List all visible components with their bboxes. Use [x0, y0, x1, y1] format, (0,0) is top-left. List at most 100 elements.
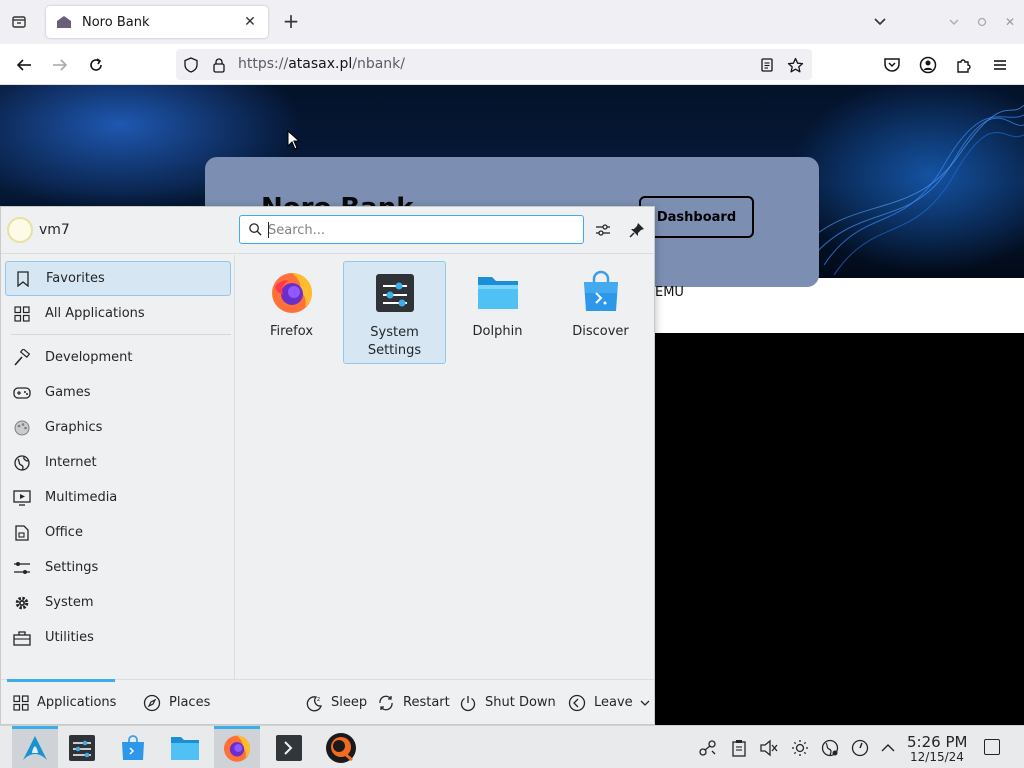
mouse-cursor-icon — [287, 130, 301, 150]
dashboard-button[interactable]: Dashboard — [639, 196, 754, 238]
tab-close-icon[interactable]: ✕ — [242, 14, 258, 30]
url-path: /nbank/ — [352, 56, 405, 72]
category-internet[interactable]: Internet — [5, 445, 231, 480]
leave-arrow-icon — [568, 694, 586, 712]
category-games[interactable]: Games — [5, 375, 231, 410]
shutdown-label: Shut Down — [485, 695, 556, 710]
show-desktop-icon[interactable] — [984, 739, 1000, 755]
clock-time[interactable]: 5:26 PM — [907, 733, 967, 751]
category-utilities[interactable]: Utilities — [5, 620, 231, 655]
close-window-icon[interactable]: ✕ — [1002, 14, 1018, 30]
brightness-sun-icon[interactable] — [790, 738, 810, 758]
emu-text: EMU — [655, 285, 684, 300]
restart-arrows-icon — [377, 694, 395, 712]
bookmark-icon — [14, 270, 32, 288]
updates-gauge-icon[interactable] — [850, 738, 870, 758]
hamburger-menu-icon[interactable] — [988, 53, 1012, 77]
category-graphics[interactable]: Graphics — [5, 410, 231, 445]
maximize-window-icon[interactable] — [974, 14, 990, 30]
category-label: All Applications — [45, 306, 145, 321]
taskbar-dolphin[interactable] — [162, 726, 208, 768]
restart-button[interactable]: Restart — [377, 680, 450, 725]
url-host: atasax.pl — [288, 56, 353, 72]
sleep-moon-icon: z — [305, 694, 323, 712]
new-tab-plus-icon[interactable]: + — [280, 9, 302, 33]
reader-view-icon[interactable] — [758, 56, 776, 74]
category-label: Development — [45, 350, 133, 365]
launcher-search-box[interactable] — [239, 215, 584, 244]
taskbar-qemu[interactable] — [318, 726, 364, 768]
configure-sliders-icon[interactable] — [591, 218, 615, 242]
url-text[interactable]: https://atasax.pl/nbank/ — [238, 56, 405, 72]
tab-list-icon[interactable] — [8, 12, 30, 32]
category-label: Multimedia — [45, 490, 118, 505]
category-label: System — [45, 595, 94, 610]
network-share-icon[interactable] — [698, 738, 718, 758]
places-tab[interactable]: Places — [143, 680, 210, 725]
taskbar-terminal[interactable] — [266, 726, 312, 768]
favorites-app-grid: Firefox System Settings Dolphin Discover — [237, 255, 654, 679]
category-system[interactable]: System — [5, 585, 231, 620]
qemu-icon — [326, 732, 356, 763]
clock-date[interactable]: 12/15/24 — [910, 750, 964, 764]
extensions-puzzle-icon[interactable] — [952, 53, 976, 77]
clipboard-icon[interactable] — [729, 738, 749, 758]
category-development[interactable]: Development — [5, 340, 231, 375]
url-bar[interactable]: https://atasax.pl/nbank/ — [176, 49, 812, 80]
account-avatar-icon[interactable] — [916, 53, 940, 77]
app-tile-firefox[interactable]: Firefox — [240, 261, 343, 364]
launcher-footer: Applications Places z Sleep Restart Shut… — [1, 679, 654, 724]
leave-label: Leave — [594, 695, 633, 710]
pocket-icon[interactable] — [880, 53, 904, 77]
taskbar-discover[interactable] — [110, 726, 156, 768]
sleep-button[interactable]: z Sleep — [305, 680, 367, 725]
category-favorites[interactable]: Favorites — [5, 261, 231, 296]
category-all-applications[interactable]: All Applications — [5, 296, 231, 331]
minimize-window-icon[interactable] — [946, 14, 962, 30]
gear-icon — [13, 594, 31, 612]
tab-title: Noro Bank — [82, 14, 150, 30]
user-avatar[interactable] — [7, 217, 33, 243]
category-divider — [11, 334, 231, 335]
monitor-play-icon — [13, 489, 31, 507]
application-launcher-button[interactable] — [12, 726, 58, 768]
taskbar-firefox[interactable] — [214, 726, 260, 768]
app-tile-discover[interactable]: Discover — [549, 261, 652, 364]
firefox-icon — [223, 735, 251, 762]
grid-icon — [13, 694, 29, 712]
tracking-shield-icon[interactable] — [182, 56, 200, 74]
applications-tab[interactable]: Applications — [7, 679, 116, 725]
tab-overflow-chevron-icon[interactable] — [870, 12, 890, 32]
hammer-icon — [13, 348, 31, 367]
bank-favicon-icon — [57, 16, 71, 28]
taskbar-system-settings[interactable] — [59, 726, 105, 768]
pin-icon[interactable] — [625, 218, 649, 242]
back-arrow-icon[interactable] — [12, 53, 36, 77]
browser-tab[interactable]: Noro Bank ✕ — [46, 6, 268, 38]
tray-expand-chevron-icon[interactable] — [878, 738, 898, 758]
reload-icon[interactable] — [84, 53, 108, 77]
places-tab-label: Places — [169, 695, 211, 710]
category-office[interactable]: Office — [5, 515, 231, 550]
folder-icon — [171, 736, 199, 760]
app-tile-dolphin[interactable]: Dolphin — [446, 261, 549, 364]
toolbox-icon — [13, 629, 31, 647]
leave-button[interactable]: Leave — [568, 680, 651, 725]
network-globe-icon[interactable] — [820, 738, 840, 758]
search-input[interactable] — [268, 220, 568, 240]
category-multimedia[interactable]: Multimedia — [5, 480, 231, 515]
bookmark-star-icon[interactable] — [786, 56, 804, 74]
system-settings-icon — [69, 734, 95, 761]
shutdown-button[interactable]: Shut Down — [459, 680, 556, 725]
category-settings[interactable]: Settings — [5, 550, 231, 585]
sliders-icon — [13, 559, 31, 577]
padlock-icon[interactable] — [210, 56, 228, 74]
category-label: Games — [45, 385, 91, 400]
folder-icon — [477, 277, 518, 309]
app-tile-system-settings[interactable]: System Settings — [343, 261, 446, 364]
app-label: Discover — [572, 324, 629, 339]
abstract-wave-graphic — [804, 105, 1024, 275]
volume-muted-icon[interactable] — [759, 738, 779, 758]
power-icon — [459, 694, 477, 712]
forward-arrow-icon[interactable] — [48, 53, 72, 77]
